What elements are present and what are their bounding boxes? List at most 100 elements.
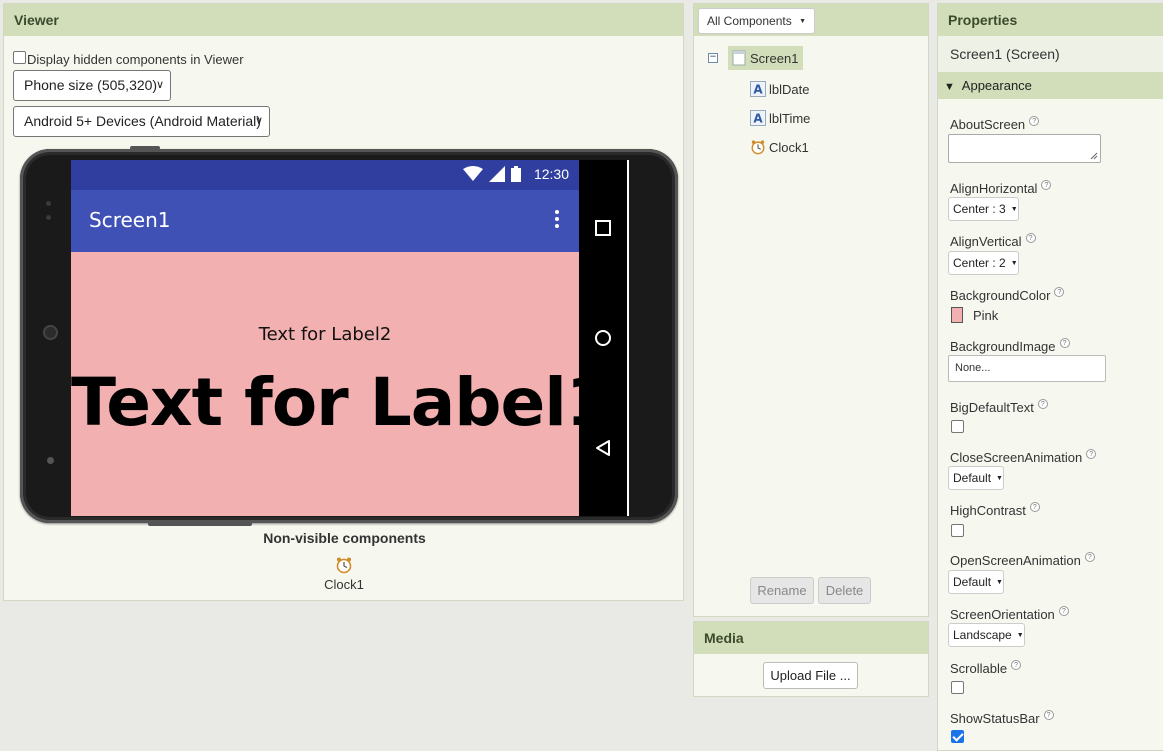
theme-select[interactable]: Android 5+ Devices (Android Material) ∨ xyxy=(13,106,270,137)
backgroundimage-field[interactable]: None... xyxy=(948,355,1106,382)
collapse-toggle-icon[interactable]: − xyxy=(708,53,718,63)
properties-title: Properties xyxy=(938,4,1163,36)
backgroundcolor-value: Pink xyxy=(973,307,999,323)
phone-sensor xyxy=(47,457,54,464)
svg-text:A: A xyxy=(753,112,763,126)
openscreenanimation-select[interactable]: Default ▼ xyxy=(948,570,1004,594)
phone-size-value: Phone size (505,320) xyxy=(24,77,158,93)
prop-label: CloseScreenAnimation xyxy=(950,450,1083,465)
help-icon[interactable]: ? xyxy=(1043,710,1054,720)
phone-sensor xyxy=(46,201,51,206)
prop-label: AboutScreen xyxy=(950,117,1026,132)
status-bar: 12:30 xyxy=(71,160,579,190)
help-icon[interactable]: ? xyxy=(1011,660,1022,670)
home-icon xyxy=(595,330,611,346)
highcontrast-checkbox[interactable] xyxy=(951,524,964,537)
label1[interactable]: Text for Label1 xyxy=(71,364,612,441)
clock-icon xyxy=(750,139,766,155)
alignvertical-select[interactable]: Center : 2 ▼ xyxy=(948,251,1019,275)
phone-size-select[interactable]: Phone size (505,320) ∨ xyxy=(13,70,171,101)
caret-down-icon: ▼ xyxy=(799,18,806,25)
screenorientation-select[interactable]: Landscape ▼ xyxy=(948,623,1025,647)
tree-item-label: Screen1 xyxy=(750,50,799,66)
help-icon[interactable]: ? xyxy=(1025,233,1036,243)
help-icon[interactable]: ? xyxy=(1029,502,1040,512)
properties-panel: Properties Screen1 (Screen) ▼ Appearance… xyxy=(937,3,1163,751)
help-icon[interactable]: ? xyxy=(1029,116,1040,126)
help-icon[interactable]: ? xyxy=(1084,552,1095,562)
prop-highcontrast: HighContrast? xyxy=(950,502,1040,518)
help-icon[interactable]: ? xyxy=(1041,180,1052,190)
caret-down-icon: ▼ xyxy=(1010,260,1018,267)
media-title: Media xyxy=(694,622,928,654)
appearance-section-label: Appearance xyxy=(961,78,1032,93)
battery-icon xyxy=(511,166,521,182)
prop-label: BigDefaultText xyxy=(950,400,1034,415)
theme-value: Android 5+ Devices (Android Material) xyxy=(24,113,261,129)
label-icon: A xyxy=(750,110,766,126)
bigdefaulttext-checkbox[interactable] xyxy=(951,420,964,433)
closescreenanimation-value: Default xyxy=(953,471,992,485)
prop-alignhorizontal: AlignHorizontal? xyxy=(950,180,1052,196)
nonvisible-clock1[interactable]: Clock1 xyxy=(294,556,394,592)
screenorientation-value: Landscape xyxy=(953,628,1012,642)
prop-label: AlignHorizontal xyxy=(950,181,1038,196)
backgroundcolor-picker[interactable]: Pink xyxy=(951,307,998,323)
prop-label: Scrollable xyxy=(950,661,1008,676)
appearance-section-header[interactable]: ▼ Appearance xyxy=(938,72,1163,99)
rename-button[interactable]: Rename xyxy=(750,577,814,604)
prop-label: OpenScreenAnimation xyxy=(950,553,1081,568)
upload-file-button[interactable]: Upload File ... xyxy=(763,662,858,689)
screen-title: Screen1 xyxy=(89,208,171,232)
help-icon[interactable]: ? xyxy=(1037,399,1048,409)
tree-item-lbltime[interactable]: A lblTime xyxy=(750,106,810,130)
components-panel: All Components ▼ − Screen1 A lblDate A l… xyxy=(693,3,929,617)
status-clock: 12:30 xyxy=(533,166,569,182)
prop-alignvertical: AlignVertical? xyxy=(950,233,1036,249)
overflow-menu-icon[interactable] xyxy=(555,210,559,228)
prop-scrollable: Scrollable? xyxy=(950,660,1022,676)
svg-text:A: A xyxy=(753,83,763,97)
caret-down-icon: ▼ xyxy=(1016,632,1024,639)
all-components-dropdown[interactable]: All Components ▼ xyxy=(698,8,815,34)
caret-down-icon: ▼ xyxy=(1010,206,1018,213)
display-hidden-checkbox[interactable] xyxy=(13,51,26,64)
phone-camera xyxy=(43,325,58,340)
alignvertical-value: Center : 2 xyxy=(953,256,1006,270)
screen-icon xyxy=(731,50,747,66)
prop-label: HighContrast xyxy=(950,503,1026,518)
app-bar: Screen1 xyxy=(71,190,579,252)
delete-button[interactable]: Delete xyxy=(818,577,871,604)
prop-closescreenanimation: CloseScreenAnimation? xyxy=(950,449,1097,465)
caret-down-icon: ▼ xyxy=(996,475,1003,482)
prop-aboutscreen: AboutScreen? xyxy=(950,116,1040,132)
tree-item-lbldate[interactable]: A lblDate xyxy=(750,77,809,101)
help-icon[interactable]: ? xyxy=(1086,449,1097,459)
tree-item-clock1[interactable]: Clock1 xyxy=(750,135,809,159)
clock-icon xyxy=(336,557,352,574)
prop-backgroundimage: BackgroundImage? xyxy=(950,338,1070,354)
all-components-label: All Components xyxy=(707,14,792,28)
phone-button xyxy=(148,522,252,526)
phone-sensor xyxy=(46,215,51,220)
help-icon[interactable]: ? xyxy=(1059,338,1070,348)
nav-bar xyxy=(579,160,627,516)
help-icon[interactable]: ? xyxy=(1054,287,1065,297)
label2[interactable]: Text for Label2 xyxy=(71,324,579,345)
recents-icon xyxy=(595,220,611,236)
closescreenanimation-select[interactable]: Default ▼ xyxy=(948,466,1004,490)
showstatusbar-checkbox[interactable] xyxy=(951,730,964,743)
nonvisible-clock1-label: Clock1 xyxy=(324,577,364,592)
scrollable-checkbox[interactable] xyxy=(951,681,964,694)
tree-item-screen1[interactable]: Screen1 xyxy=(728,46,804,70)
help-icon[interactable]: ? xyxy=(1058,606,1069,616)
prop-label: BackgroundColor xyxy=(950,288,1051,303)
display-hidden-toggle[interactable]: Display hidden components in Viewer xyxy=(13,51,244,67)
phone-mockup: 12:30 Screen1 Text for Label2 Text for L… xyxy=(20,146,678,526)
status-icons xyxy=(463,166,521,182)
prop-bigdefaulttext: BigDefaultText? xyxy=(950,399,1048,415)
alignhorizontal-select[interactable]: Center : 3 ▼ xyxy=(948,197,1019,221)
tree-item-label: lblTime xyxy=(769,110,811,126)
resize-grip-icon[interactable] xyxy=(1088,150,1098,160)
aboutscreen-textarea[interactable] xyxy=(948,134,1101,163)
